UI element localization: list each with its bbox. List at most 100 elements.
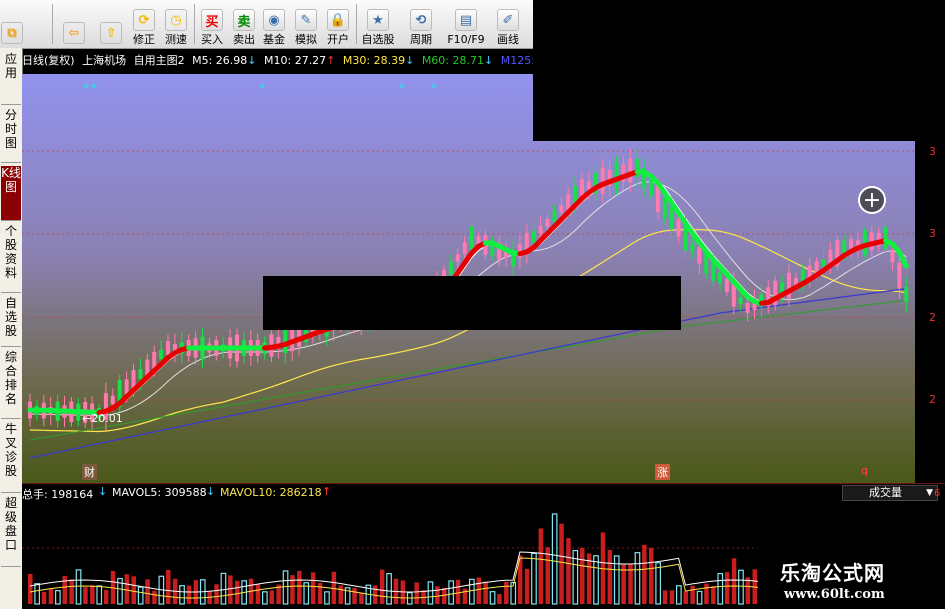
toolbar-button-12[interactable]: ▤ F10/F9 [446, 2, 486, 46]
volume-bar [504, 581, 509, 604]
volume-bar [41, 591, 47, 604]
volume-bar [690, 585, 695, 604]
volume-bar [662, 590, 668, 604]
sidebar-tab-1[interactable]: 分时图 [1, 108, 21, 163]
chevron-down-icon: ▼ [926, 488, 933, 498]
toolbar-label: 模拟 [295, 33, 317, 46]
revise-icon: ⟳ [133, 9, 155, 31]
candle-body [649, 180, 653, 196]
toolbar-button-5[interactable]: 买买入 [198, 2, 226, 46]
toolbar-icon-button-1[interactable]: ⇦ [60, 2, 88, 46]
period-label[interactable]: 日线(复权) [22, 54, 75, 67]
toolbar-icon-button-2[interactable]: ⇧ [100, 2, 122, 46]
toolbar-label: 卖出 [233, 33, 255, 46]
candle-body [600, 167, 605, 194]
candle-body [628, 158, 633, 183]
volume-bar [483, 581, 488, 604]
hammer-icon: ✎ [295, 9, 317, 31]
volume-bar [497, 593, 502, 604]
candle-body [669, 206, 674, 230]
toolbar-button-7[interactable]: ◉ 基金 [260, 2, 288, 46]
volume-bar [649, 547, 654, 604]
candle-body [690, 244, 695, 252]
toolbar-button-4[interactable]: ◷ 测速 [162, 2, 190, 46]
candle-body [283, 328, 288, 353]
indicator-dropdown[interactable]: 成交量 ▼ [842, 485, 938, 501]
toolbar-label: 画线 [497, 33, 519, 46]
candle-body [469, 226, 474, 250]
mavol5-value: MAVOL5: 309588 [112, 486, 207, 499]
sidebar-tab-0[interactable]: 应用 [1, 52, 21, 105]
volume-bar [559, 523, 564, 604]
volume-bar [228, 575, 233, 604]
sidebar-tab-5[interactable]: 综合排名 [1, 350, 21, 419]
volume-bar [166, 569, 171, 604]
event-marker-q[interactable]: q [861, 464, 868, 477]
toolbar-icon-button-0[interactable]: ⧉ [1, 2, 23, 46]
toolbar-button-11[interactable]: ⟲ 周期 [404, 2, 438, 46]
low-price-label: ←20.01 [82, 412, 123, 425]
candle-body [724, 279, 729, 292]
volume-bar [317, 582, 323, 604]
speed-clock-icon: ◷ [165, 9, 187, 31]
sidebar-tab-2[interactable]: K线图 [1, 166, 21, 221]
toolbar-separator [52, 4, 53, 44]
toolbar-label: 自选股 [361, 33, 395, 46]
volume-bar [545, 547, 550, 604]
event-marker-cai[interactable]: 财 [82, 464, 97, 480]
volume-bar [731, 558, 737, 604]
volume-bar [352, 587, 357, 604]
watermark-url: www.60lt.com [784, 587, 885, 602]
toolbar-button-9[interactable]: 🔒 开户 [324, 2, 352, 46]
toolbar-button-8[interactable]: ✎ 模拟 [292, 2, 320, 46]
candle-body [538, 226, 543, 234]
volume-bar [580, 547, 585, 604]
toolbar-label: F10/F9 [447, 33, 485, 46]
buy-icon: 买 [201, 9, 223, 31]
volume-bar [435, 586, 440, 604]
toolbar-button-13[interactable]: ✐ 画线 [492, 2, 524, 46]
down-arrow-icon: ↓ [247, 54, 257, 67]
toolbar-button-3[interactable]: ⟳ 修正 [130, 2, 158, 46]
down-arrow-icon: ↓ [405, 54, 415, 67]
watermark: 乐淘公式网 www.60lt.com [758, 543, 945, 609]
ma5-value: M5: 26.98 [192, 54, 248, 67]
price-axis: 3 3 2 2 [915, 141, 945, 483]
price-axis-label: 2 [929, 311, 936, 324]
ma30-value: M30: 28.39 [342, 54, 406, 67]
back-arrow-icon: ⇦ [63, 22, 85, 44]
volume-bar [455, 579, 461, 604]
candle-body [110, 395, 115, 405]
volume-bar [131, 576, 136, 604]
volume-bar [297, 570, 302, 604]
sidebar-tab-7[interactable]: 超级盘口 [1, 496, 21, 567]
toolbar-label: 修正 [133, 33, 155, 46]
event-marker-zhang[interactable]: 涨 [655, 464, 670, 480]
candle-body [718, 272, 722, 284]
ma60-value: M60: 28.71 [421, 54, 484, 67]
down-arrow-icon: ↓ [484, 54, 494, 67]
zoom-in-icon[interactable]: + [858, 186, 886, 214]
volume-bar [69, 579, 74, 604]
f10-icon: ▤ [455, 9, 477, 31]
volume-bar [683, 591, 688, 604]
total-volume: 总手: 198164 [22, 488, 94, 501]
candle-body [462, 242, 467, 254]
candle-body [531, 231, 536, 243]
toolbar-label: 基金 [263, 33, 285, 46]
candle-body [559, 205, 564, 213]
candle-body [897, 262, 902, 289]
volume-bar [103, 590, 109, 604]
sidebar-tab-4[interactable]: 自选股 [1, 296, 21, 347]
formula-name[interactable]: 自用主图2 [134, 54, 185, 67]
toolbar-button-10[interactable]: ★ 自选股 [360, 2, 396, 46]
sidebar-tab-6[interactable]: 牛叉诊股 [1, 422, 21, 493]
toolbar-button-6[interactable]: 卖卖出 [230, 2, 258, 46]
candle-body [586, 181, 591, 190]
down-arrow-icon: ↓ [98, 485, 108, 498]
stock-name: 上海机场 [82, 54, 127, 67]
chart-area[interactable]: 日线(复权) 上海机场 自用主图2 M5: 26.98↓ M10: 27.27↑… [22, 48, 945, 609]
volume-bar [186, 585, 192, 604]
volume-bar [338, 585, 343, 604]
sidebar-tab-3[interactable]: 个股资料 [1, 224, 21, 293]
